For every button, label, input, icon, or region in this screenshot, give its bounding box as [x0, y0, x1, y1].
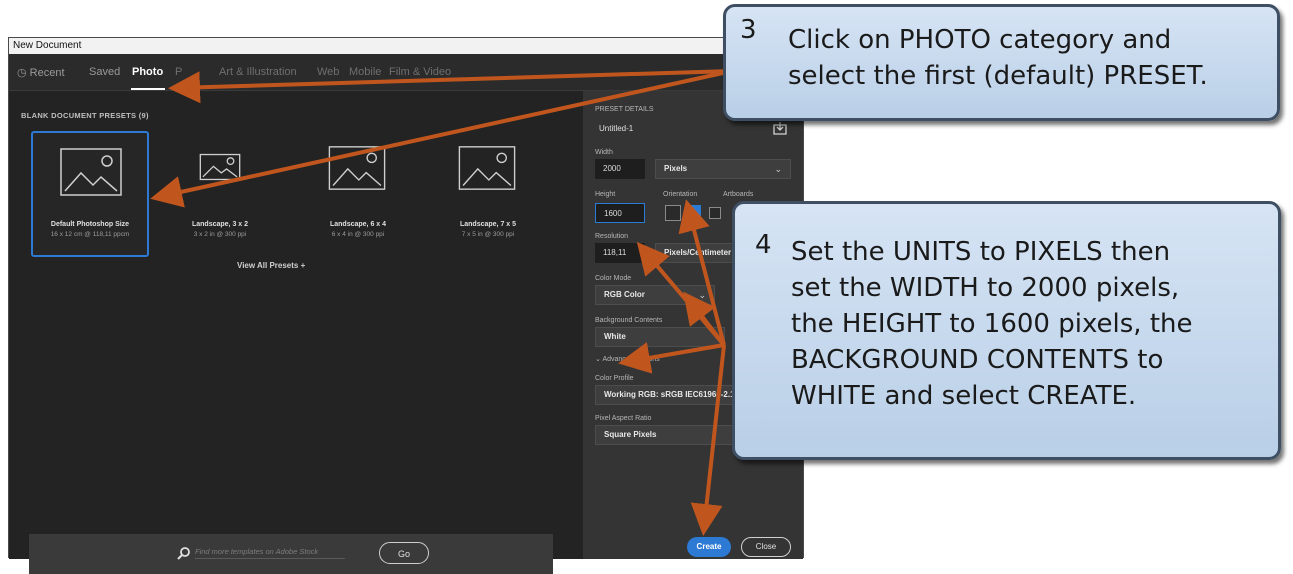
step3-arrows	[150, 69, 733, 208]
step3-callout: 3 Click on PHOTO category and select the…	[723, 4, 1280, 121]
step4-callout: 4 Set the UNITS to PIXELS then set the W…	[732, 201, 1281, 460]
step4-line-1: Set the UNITS to PIXELS then	[791, 237, 1171, 267]
step3-line-2: select the first (default) PRESET.	[788, 61, 1208, 91]
step4-line-5: WHITE and select CREATE.	[791, 381, 1137, 411]
step3-number: 3	[740, 15, 757, 45]
step4-line-4: BACKGROUND CONTENTS to	[791, 345, 1164, 375]
step4-number: 4	[755, 230, 772, 260]
step4-line-3: the HEIGHT to 1600 pixels, the	[791, 309, 1193, 339]
step4-arrows	[618, 199, 726, 536]
step4-line-2: set the WIDTH to 2000 pixels,	[791, 273, 1180, 303]
step3-line-1: Click on PHOTO category and	[788, 25, 1172, 55]
